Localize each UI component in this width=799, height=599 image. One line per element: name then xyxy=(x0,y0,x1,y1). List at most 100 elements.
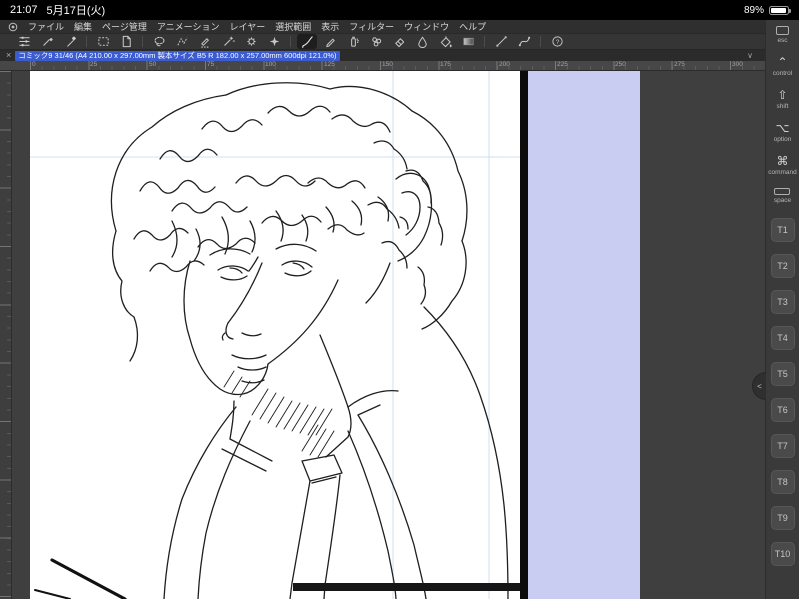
edge-key-esc[interactable]: esc xyxy=(776,26,789,44)
ruler-label: 175 xyxy=(440,61,451,68)
menu-filter[interactable]: フィルター xyxy=(349,20,394,33)
edge-key-t9[interactable]: T9 xyxy=(770,506,795,530)
thick-strokes xyxy=(34,558,127,599)
panel-border xyxy=(293,583,520,591)
date: 5月17日(火) xyxy=(46,5,106,17)
toolbar-separator xyxy=(86,36,87,47)
ruler-label: 275 xyxy=(674,61,685,68)
fill-tool-button[interactable] xyxy=(435,34,455,49)
edge-key-t2[interactable]: T2 xyxy=(770,254,795,278)
effect-button[interactable] xyxy=(264,34,284,49)
page-gutter xyxy=(520,71,528,599)
menu-file[interactable]: ファイル xyxy=(28,20,64,33)
curve-tool-button[interactable] xyxy=(514,34,534,49)
page-button[interactable] xyxy=(116,34,136,49)
clip-studio-logo-icon xyxy=(8,22,18,31)
battery-percent: 89% xyxy=(743,4,764,16)
document-tab-title[interactable]: コミック9 31/46 (A4 210.00 x 297.00mm 製本サイズ … xyxy=(15,50,340,61)
menu-page-manage[interactable]: ページ管理 xyxy=(102,20,147,33)
help-button[interactable]: ? xyxy=(547,34,567,49)
decoration-tool-button[interactable] xyxy=(366,34,386,49)
shift-key-icon: ⇧ xyxy=(777,88,788,102)
line-tool-button[interactable] xyxy=(491,34,511,49)
polyline-select-icon xyxy=(176,37,188,46)
esc-keycap-icon xyxy=(776,26,789,35)
airbrush-tool-button[interactable] xyxy=(343,34,363,49)
brush-tool-button[interactable] xyxy=(297,34,317,49)
selection-pen-button[interactable] xyxy=(195,34,215,49)
option-key-label: option xyxy=(773,136,792,143)
edge-key-t4[interactable]: T4 xyxy=(770,326,795,350)
menu-help[interactable]: ヘルプ xyxy=(459,20,486,33)
menu-window[interactable]: ウィンドウ xyxy=(404,20,449,33)
toolbar-separator xyxy=(540,36,541,47)
curve-icon xyxy=(518,36,530,47)
pen-tool-button[interactable] xyxy=(37,34,57,49)
menu-animation[interactable]: アニメーション xyxy=(157,20,220,33)
option-key-icon: ⌥ xyxy=(775,121,790,135)
marker-tool-button[interactable] xyxy=(60,34,80,49)
shift-key-label: shift xyxy=(776,103,789,110)
page-icon xyxy=(122,35,131,48)
ruler-label: 150 xyxy=(382,61,393,68)
marquee-select-button[interactable] xyxy=(93,34,113,49)
gradient-tool-button[interactable] xyxy=(458,34,478,49)
edge-key-shift[interactable]: ⇧ shift xyxy=(777,89,789,110)
eraser-tool-button[interactable] xyxy=(389,34,409,49)
edge-key-t7[interactable]: T7 xyxy=(770,434,795,458)
menu-layer[interactable]: レイヤー xyxy=(230,20,266,33)
blend-tool-button[interactable] xyxy=(412,34,432,49)
ruler-label: 125 xyxy=(324,61,335,68)
settings-gear-button[interactable] xyxy=(241,34,261,49)
edge-keyboard-tool-keys: T1 T2 T3 T4 T5 T6 T7 T8 T9 T10 xyxy=(770,218,795,566)
pencil-icon xyxy=(325,38,335,48)
menu-view[interactable]: 表示 xyxy=(321,20,339,33)
magic-wand-icon xyxy=(223,36,235,46)
tab-close-icon[interactable]: × xyxy=(6,51,11,60)
edge-key-t10[interactable]: T10 xyxy=(770,542,795,566)
space-key-label: space xyxy=(773,197,792,204)
edge-key-t5[interactable]: T5 xyxy=(770,362,795,386)
menu-selection[interactable]: 選択範囲 xyxy=(275,20,311,33)
canvas-pasteboard[interactable] xyxy=(0,71,765,599)
auto-select-button[interactable] xyxy=(218,34,238,49)
sparkle-icon xyxy=(269,36,279,47)
ruler-label: 50 xyxy=(149,61,157,68)
control-key-icon: ⌃ xyxy=(777,55,788,69)
svg-text:?: ? xyxy=(555,39,559,46)
edge-key-t3[interactable]: T3 xyxy=(770,290,795,314)
canvas-artwork[interactable] xyxy=(30,71,520,599)
straight-line-icon xyxy=(495,36,507,47)
guide-lines xyxy=(30,71,520,599)
edge-key-option[interactable]: ⌥ option xyxy=(774,122,792,143)
edge-key-command[interactable]: ⌘ command xyxy=(768,155,797,176)
edge-key-t6[interactable]: T6 xyxy=(770,398,795,422)
lasso-select-button[interactable] xyxy=(149,34,169,49)
ruler-label: 250 xyxy=(615,61,626,68)
polyline-select-button[interactable] xyxy=(172,34,192,49)
document-page[interactable] xyxy=(30,71,520,599)
pencil-tool-button[interactable] xyxy=(320,34,340,49)
tab-bar-collapse-icon[interactable]: ∨ xyxy=(747,51,753,60)
menu-edit[interactable]: 編集 xyxy=(74,20,92,33)
ruler-label: 225 xyxy=(557,61,568,68)
edge-key-t8[interactable]: T8 xyxy=(770,470,795,494)
fill-bucket-icon xyxy=(440,36,452,48)
edge-keyboard: esc ⌃ control ⇧ shift ⌥ option ⌘ command… xyxy=(752,20,799,599)
gear-icon xyxy=(246,37,256,46)
line-art-body xyxy=(163,306,509,599)
space-keycap-icon xyxy=(774,188,791,195)
ruler-label: 200 xyxy=(499,61,510,68)
brush-icon xyxy=(301,36,313,48)
edge-key-t1[interactable]: T1 xyxy=(770,218,795,242)
edge-key-space[interactable]: space xyxy=(774,188,791,204)
ruler-label: 300 xyxy=(732,61,743,68)
line-art-face xyxy=(183,172,433,396)
tool-property-icon xyxy=(18,36,30,47)
edge-key-control[interactable]: ⌃ control xyxy=(773,56,793,77)
tool-property-button[interactable] xyxy=(14,34,34,49)
battery-icon xyxy=(769,5,791,15)
pen-icon xyxy=(42,37,53,46)
document-tab-bar: × コミック9 31/46 (A4 210.00 x 297.00mm 製本サイ… xyxy=(0,50,765,61)
toolbar-separator xyxy=(290,36,291,47)
